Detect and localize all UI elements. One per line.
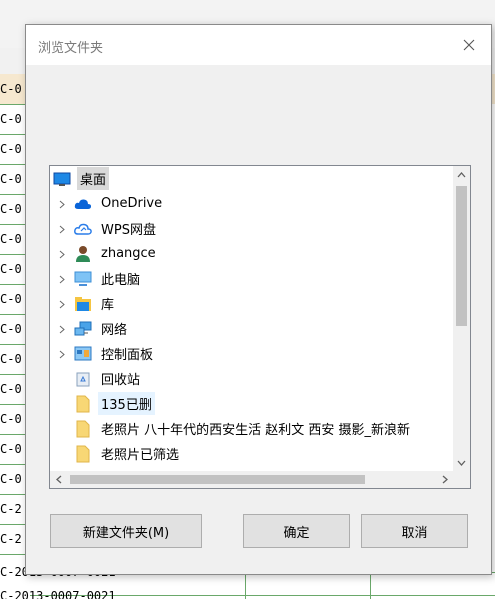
cancel-button[interactable]: 取消 <box>361 514 468 548</box>
folder-icon <box>74 445 92 463</box>
chevron-right-icon[interactable] <box>57 249 67 259</box>
chevron-right-icon[interactable] <box>57 224 67 234</box>
tree-item-library[interactable]: 库 <box>50 291 117 316</box>
browse-folder-dialog: 浏览文件夹 桌面 OneDrive WPS网盘 zhangce 此电脑 库 网络… <box>25 24 492 575</box>
tree-item-folder[interactable]: 老照片已筛选 <box>50 441 182 466</box>
tree-item-label: WPS网盘 <box>101 223 156 238</box>
scroll-up-icon[interactable] <box>453 166 470 183</box>
vertical-scrollbar-thumb[interactable] <box>456 186 467 326</box>
tree-item-label: 网络 <box>101 323 128 338</box>
tree-item-onedrive[interactable]: OneDrive <box>50 191 165 216</box>
chevron-right-icon[interactable] <box>57 299 67 309</box>
sheet-cell: C-2013-0007-0021 <box>0 589 116 599</box>
desktop-icon <box>53 170 71 188</box>
chevron-right-icon[interactable] <box>57 199 67 209</box>
computer-icon <box>74 270 92 288</box>
tree-item-label: 库 <box>101 298 115 313</box>
library-icon <box>74 295 92 313</box>
scrollbar-corner <box>453 471 470 488</box>
tree-item-label: OneDrive <box>101 196 163 211</box>
tree-item-folder[interactable]: 老照片 八十年代的西安生活 赵利文 西安 摄影_新浪新 <box>50 416 413 441</box>
tree-item-desktop[interactable]: 桌面 <box>53 166 110 191</box>
tree-item-label: 此电脑 <box>101 273 141 288</box>
tree-item-label: 桌面 <box>77 167 110 190</box>
ok-button[interactable]: 确定 <box>243 514 350 548</box>
tree-item-label: 控制面板 <box>101 348 154 363</box>
horizontal-scrollbar[interactable] <box>50 471 453 488</box>
tree-item-network[interactable]: 网络 <box>50 316 130 341</box>
tree-item-zhangce[interactable]: zhangce <box>50 241 159 266</box>
control-panel-icon <box>74 345 92 363</box>
chevron-right-icon[interactable] <box>57 349 67 359</box>
tree-item-folder[interactable]: 135已删 <box>50 391 155 416</box>
recycle-bin-icon <box>74 370 92 388</box>
scroll-down-icon[interactable] <box>453 454 470 471</box>
horizontal-scrollbar-thumb[interactable] <box>70 475 365 484</box>
tree-item-recycle-bin[interactable]: 回收站 <box>50 366 143 391</box>
folder-icon <box>74 420 92 438</box>
cloud-icon <box>74 195 92 213</box>
chevron-right-icon[interactable] <box>57 324 67 334</box>
close-icon <box>463 39 475 51</box>
tree-item-label: 回收站 <box>101 373 141 388</box>
dialog-title: 浏览文件夹 <box>38 41 104 56</box>
tree-item-label: 老照片 八十年代的西安生活 赵利文 西安 摄影_新浪新 <box>101 423 411 438</box>
dialog-titlebar[interactable]: 浏览文件夹 <box>26 25 491 65</box>
new-folder-button[interactable]: 新建文件夹(M) <box>50 514 202 548</box>
tree-item-label: 老照片已筛选 <box>101 448 180 463</box>
scroll-left-icon[interactable] <box>50 471 67 488</box>
close-button[interactable] <box>447 25 491 65</box>
tree-item-control-panel[interactable]: 控制面板 <box>50 341 156 366</box>
tree-item-label: zhangce <box>101 246 156 261</box>
folder-tree-content: 桌面 OneDrive WPS网盘 zhangce 此电脑 库 网络 控制面板 … <box>50 166 453 471</box>
wps-cloud-icon <box>74 220 92 238</box>
user-icon <box>74 245 92 263</box>
chevron-right-icon[interactable] <box>57 274 67 284</box>
tree-item-label: 135已删 <box>98 392 155 415</box>
folder-icon <box>74 395 92 413</box>
scroll-right-icon[interactable] <box>436 471 453 488</box>
tree-item-this-pc[interactable]: 此电脑 <box>50 266 143 291</box>
network-icon <box>74 320 92 338</box>
tree-item-wps-cloud[interactable]: WPS网盘 <box>50 216 159 241</box>
folder-tree[interactable]: 桌面 OneDrive WPS网盘 zhangce 此电脑 库 网络 控制面板 … <box>49 165 471 489</box>
vertical-scrollbar[interactable] <box>453 166 470 471</box>
